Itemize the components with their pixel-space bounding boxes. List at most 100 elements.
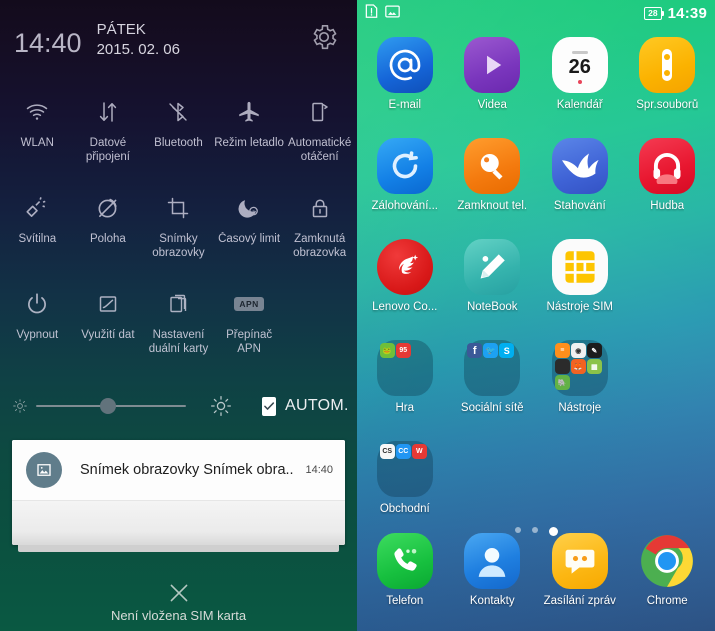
sim-chip-icon [551,239,608,295]
app-zalohovani[interactable]: Zálohování... [361,132,449,233]
folder-label: Hra [395,402,415,414]
at-sign-icon [376,37,433,93]
folder-preview: 🐸 95 [376,340,433,396]
app-hudba[interactable]: Hudba [624,132,712,233]
toggle-flashlight[interactable]: Svítilna [2,182,73,278]
toggle-timeout[interactable]: z Časový limit [214,182,285,278]
toggle-label: Zamknutá obrazovka [293,233,347,260]
app-label: Zamknout tel. [457,200,528,212]
folder-mini-icon: 🐦 [483,343,499,358]
toggle-label: Režim letadlo [214,137,284,149]
app-slot-empty [624,233,712,334]
toggle-datausage[interactable]: Využití dat [73,278,144,374]
toggle-airplane[interactable]: Režim letadlo [214,86,285,182]
folder-preview: ≡ ◉ ✎ 🦊 ▦ 🐘 [551,340,608,396]
toggle-lockscreen[interactable]: Zamknutá obrazovka [284,182,355,278]
shade-clock: 14:40 [14,28,82,58]
home-screen-panel: 28 14:39 E-mail Videa 26 Kalendář Spr.so… [357,0,715,631]
app-nastroje-sim[interactable]: Nástroje SIM [536,233,624,334]
brightness-row: AUTOM. [0,378,357,434]
quick-settings-toggles: WLAN Datové připojení Bluetooth Režim le… [0,86,357,374]
app-videa[interactable]: Videa [449,31,537,132]
dock-label: Zasílání zpráv [543,595,616,607]
screenshot-root: 14:40 PÁTEK 2015. 02. 06 WLAN Datové při… [0,0,715,631]
folder-label: Sociální sítě [460,402,524,414]
sim-alert-icon [365,3,378,24]
app-slot-empty [624,334,712,435]
folder-label: Nástroje [558,402,602,414]
app-email[interactable]: E-mail [361,31,449,132]
app-slot-empty [624,435,712,536]
airplane-icon [236,95,262,129]
folder-mini-icon: f [467,343,483,358]
app-stahovani[interactable]: Stahování [536,132,624,233]
notification-header[interactable]: Snímek obrazovky Snímek obra.. 14:40 [12,440,345,500]
folder-socialni-site[interactable]: f 🐦 S Sociální sítě [449,334,537,435]
app-slot-empty [449,435,537,536]
location-off-icon [95,191,121,225]
shade-header: 14:40 PÁTEK 2015. 02. 06 [0,0,357,86]
app-label: Nástroje SIM [546,301,613,313]
toggle-bluetooth[interactable]: Bluetooth [143,86,214,182]
folder-obchodni[interactable]: CS CC W Obchodní [361,435,449,536]
auto-rotate-icon [308,95,332,129]
toggle-empty-slot [284,278,355,374]
dock-chrome[interactable]: Chrome [624,527,712,628]
shade-date-block: PÁTEK 2015. 02. 06 [97,20,180,61]
folder-nastroje[interactable]: ≡ ◉ ✎ 🦊 ▦ 🐘 Nástroje [536,334,624,435]
message-icon [551,533,608,589]
app-zamknout-tel[interactable]: Zamknout tel. [449,132,537,233]
app-kalendar[interactable]: 26 Kalendář [536,31,624,132]
wifi-icon [24,95,50,129]
toggle-dualsim[interactable]: Nastavení duální karty [143,278,214,374]
auto-brightness-label: AUTOM. [285,397,349,414]
dock-zasilani-zprav[interactable]: Zasílání zpráv [536,527,624,628]
app-label: Spr.souborů [636,99,699,111]
toggle-data[interactable]: Datové připojení [73,86,144,182]
notification-body-preview [12,500,345,545]
toggle-row-2: Svítilna Poloha Snímky obrazovky z Časov… [2,182,355,278]
toggle-autorotate[interactable]: Automatické otáčení [284,86,355,182]
dock-label: Kontakty [469,595,515,607]
dock-label: Telefon [386,595,424,607]
app-label: Zálohování... [371,200,438,212]
brightness-slider[interactable] [36,398,186,414]
close-x-icon[interactable] [166,580,192,606]
folder-hra[interactable]: 🐸 95 Hra [361,334,449,435]
toggle-poweroff[interactable]: Vypnout [2,278,73,374]
toggle-location[interactable]: Poloha [73,182,144,278]
toggle-wlan[interactable]: WLAN [2,86,73,182]
notification-card[interactable]: Snímek obrazovky Snímek obra.. 14:40 [12,440,345,545]
folder-mini-icon: ✎ [586,343,602,358]
app-lenovo-companion[interactable]: Lenovo Co... [361,233,449,334]
toggle-screenshot[interactable]: Snímky obrazovky [143,182,214,278]
app-spr-souboru[interactable]: Spr.souborů [624,31,712,132]
toggle-label: Časový limit [218,233,281,245]
moon-sleep-icon: z [236,191,262,225]
folder-mini-icon [554,359,570,374]
toggle-label: Automatické otáčení [288,137,352,164]
app-row-3: Lenovo Co... NoteBook Nástroje SIM [361,233,711,334]
shade-date: 2015. 02. 06 [96,41,180,59]
headphones-icon [639,138,696,194]
toggle-row-3: Vypnout Využití dat Nastavení duální kar… [2,278,355,374]
auto-brightness-checkbox[interactable] [262,396,276,416]
dock-kontakty[interactable]: Kontakty [449,527,537,628]
play-icon [464,37,521,93]
sim-status-text: Není vložena SIM karta [110,608,247,623]
dock-telefon[interactable]: Telefon [361,527,449,628]
battery-indicator: 28 [644,7,665,20]
folder-mini-icon: ◉ [570,343,586,358]
notification-list: Snímek obrazovky Snímek obra.. 14:40 [0,434,357,552]
status-bar: 28 14:39 [357,0,715,27]
status-bar-clock: 14:39 [667,5,707,22]
folder-mini-icon: 🐸 [379,343,395,358]
app-row-4: 🐸 95 Hra f 🐦 S Sociální sítě ≡ ◉ ✎ 🦊 ▦ 🐘… [361,334,711,435]
pencil-icon [464,239,521,295]
app-notebook[interactable]: NoteBook [449,233,537,334]
app-label: Videa [477,99,507,111]
brightness-slider-knob[interactable] [100,398,116,414]
toggle-apn[interactable]: APN Přepínač APN [214,278,285,374]
cards-icon [166,287,190,321]
gear-icon[interactable] [309,22,339,52]
